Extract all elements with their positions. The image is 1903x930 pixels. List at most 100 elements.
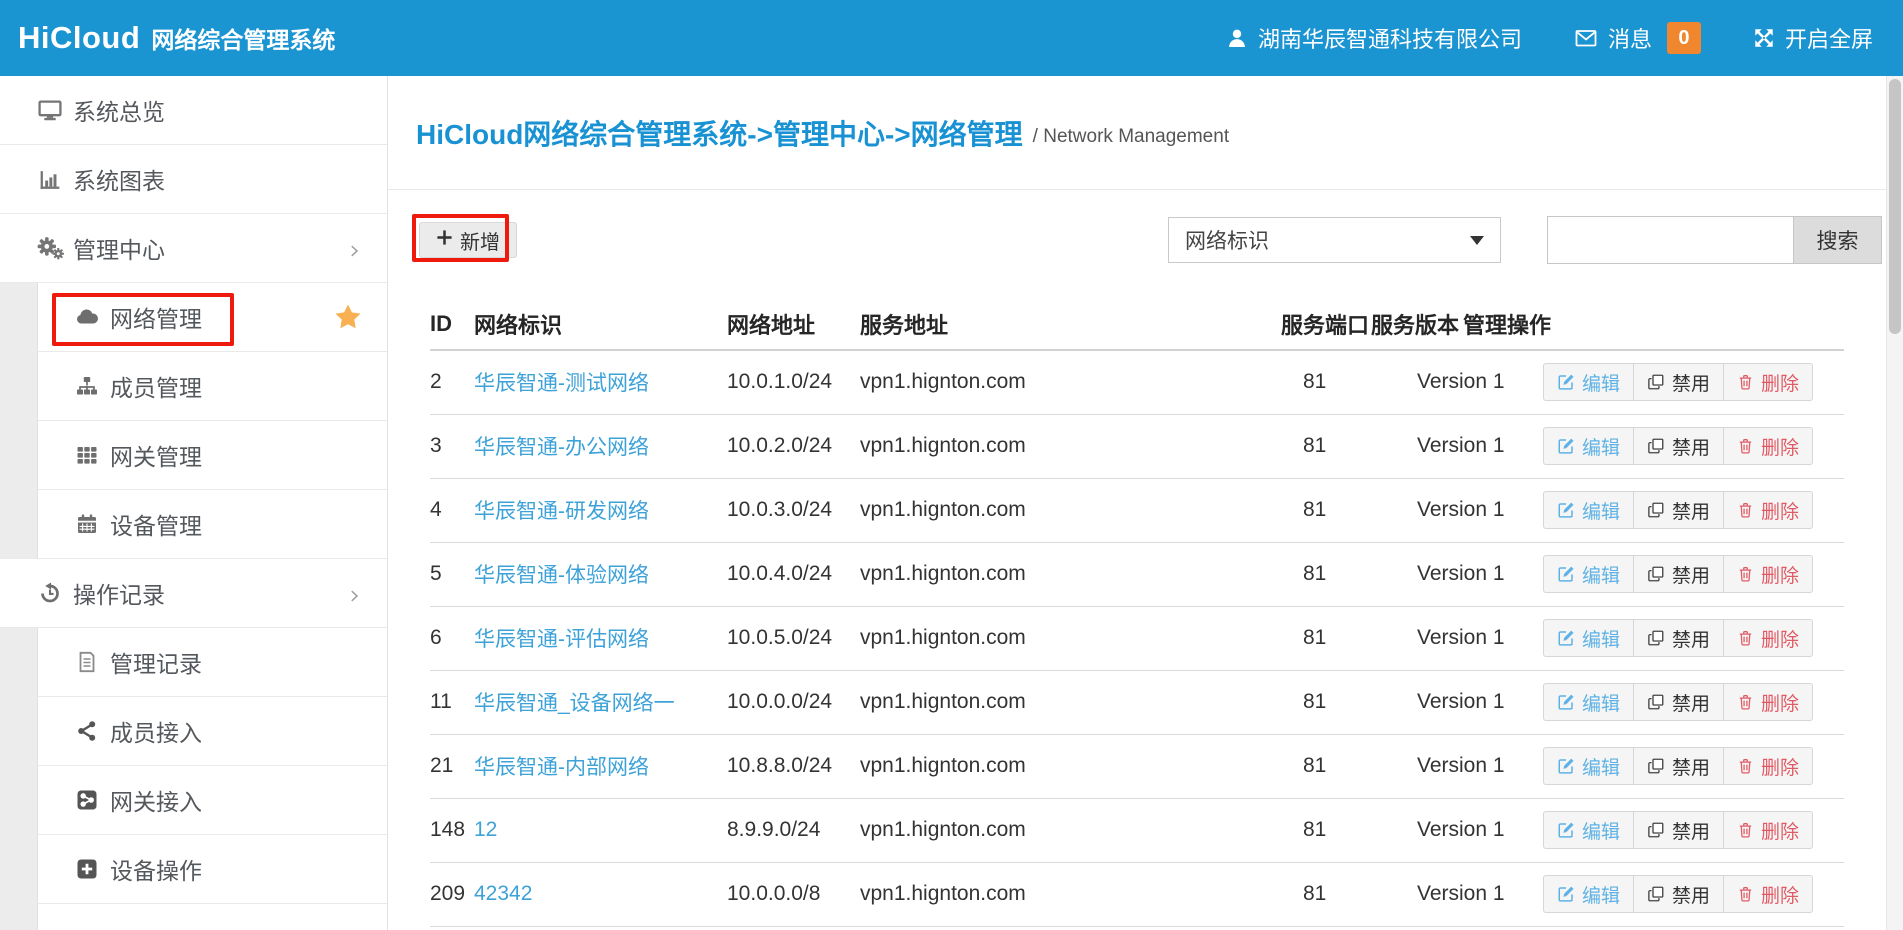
- fullscreen-toggle[interactable]: 开启全屏: [1753, 22, 1873, 54]
- network-name-link[interactable]: 华辰智通_设备网络一: [474, 692, 675, 715]
- edit-button[interactable]: 编辑: [1543, 491, 1634, 529]
- edit-button[interactable]: 编辑: [1543, 427, 1634, 465]
- delete-button[interactable]: 删除: [1723, 491, 1813, 529]
- disable-button[interactable]: 禁用: [1633, 619, 1724, 657]
- network-name-link[interactable]: 华辰智通-研发网络: [474, 500, 649, 523]
- chevron-right-icon: [345, 239, 363, 257]
- column-header-service-port: 服务端口: [1281, 298, 1371, 350]
- cell-network-name: 12: [474, 798, 727, 862]
- network-name-link[interactable]: 42342: [474, 882, 532, 905]
- network-name-link[interactable]: 华辰智通-办公网络: [474, 436, 649, 459]
- table-header-row: ID 网络标识 网络地址 服务地址 服务端口 服务版本 管理操作: [430, 298, 1844, 350]
- sidebar-item-gateway-management[interactable]: 网关管理: [0, 421, 387, 490]
- disable-button[interactable]: 禁用: [1633, 363, 1724, 401]
- cell-service-version: Version 1: [1371, 414, 1463, 478]
- sidebar-item-gateway-access[interactable]: 网关接入: [0, 766, 387, 835]
- search-button[interactable]: 搜索: [1793, 216, 1882, 264]
- edit-button[interactable]: 编辑: [1543, 363, 1634, 401]
- sidebar-item-label: 系统图表: [73, 162, 165, 196]
- sidebar-item-device-operations[interactable]: 设备操作: [0, 835, 387, 904]
- trash-icon: [1737, 629, 1754, 647]
- sidebar-item-system-charts[interactable]: 系统图表: [0, 145, 387, 214]
- user-icon: [1226, 27, 1248, 49]
- cell-service-version: Version 1: [1371, 606, 1463, 670]
- sidebar-item-label: 设备管理: [110, 507, 202, 541]
- delete-button[interactable]: 删除: [1723, 427, 1813, 465]
- sidebar-item-member-management[interactable]: 成员管理: [0, 352, 387, 421]
- sidebar-inset-strip: [0, 490, 37, 559]
- cell-actions: 编辑 禁用 删除: [1463, 606, 1844, 670]
- share-icon: [74, 719, 100, 743]
- disable-button[interactable]: 禁用: [1633, 747, 1724, 785]
- network-name-link[interactable]: 华辰智通-体验网络: [474, 564, 649, 587]
- sidebar-item-management-records[interactable]: 管理记录: [0, 628, 387, 697]
- file-text-icon: [74, 650, 100, 674]
- disable-button[interactable]: 禁用: [1633, 491, 1724, 529]
- cell-network-name: 华辰智通-测试网络: [474, 350, 727, 414]
- filter-dropdown[interactable]: 网络标识: [1168, 217, 1501, 263]
- search-bar: 搜索: [1547, 216, 1882, 264]
- cell-service-version: Version 1: [1371, 542, 1463, 606]
- delete-button[interactable]: 删除: [1723, 363, 1813, 401]
- network-name-link[interactable]: 12: [474, 818, 497, 841]
- row-actions: 编辑 禁用 删除: [1543, 811, 1813, 849]
- cell-id: 148: [430, 798, 474, 862]
- filter-dropdown-value: 网络标识: [1185, 225, 1269, 255]
- delete-button[interactable]: 删除: [1723, 683, 1813, 721]
- delete-button[interactable]: 删除: [1723, 811, 1813, 849]
- toolbar: 新增 网络标识 搜索: [388, 216, 1903, 264]
- trash-icon: [1737, 757, 1754, 775]
- sidebar-item-operation-records[interactable]: 操作记录: [0, 559, 387, 628]
- cell-service-address: vpn1.hignton.com: [860, 414, 1281, 478]
- sidebar-item-member-access[interactable]: 成员接入: [0, 697, 387, 766]
- disable-button[interactable]: 禁用: [1633, 811, 1724, 849]
- disable-button[interactable]: 禁用: [1633, 555, 1724, 593]
- sidebar-item-device-management[interactable]: 设备管理: [0, 490, 387, 559]
- sidebar-item-label: 管理记录: [110, 645, 202, 679]
- disable-button[interactable]: 禁用: [1633, 875, 1724, 913]
- scrollbar-thumb[interactable]: [1889, 79, 1901, 334]
- sidebar-item-label: 网络管理: [110, 300, 202, 334]
- sidebar-inset-strip: [0, 766, 37, 835]
- sidebar: 系统总览 系统图表: [0, 76, 388, 930]
- account-menu[interactable]: 湖南华辰智通科技有限公司: [1226, 22, 1522, 54]
- sidebar-item-label: 网关管理: [110, 438, 202, 472]
- add-button[interactable]: 新增: [419, 222, 517, 258]
- sidebar-item-network-management[interactable]: 网络管理: [0, 283, 387, 352]
- edit-button[interactable]: 编辑: [1543, 683, 1634, 721]
- edit-button[interactable]: 编辑: [1543, 811, 1634, 849]
- cell-service-address: vpn1.hignton.com: [860, 798, 1281, 862]
- delete-button[interactable]: 删除: [1723, 555, 1813, 593]
- disable-button[interactable]: 禁用: [1633, 427, 1724, 465]
- disable-button[interactable]: 禁用: [1633, 683, 1724, 721]
- edit-icon: [1557, 821, 1575, 839]
- cell-service-port: 81: [1281, 734, 1371, 798]
- edit-button[interactable]: 编辑: [1543, 619, 1634, 657]
- edit-button[interactable]: 编辑: [1543, 875, 1634, 913]
- sidebar-item-management-center[interactable]: 管理中心: [0, 214, 387, 283]
- delete-button[interactable]: 删除: [1723, 875, 1813, 913]
- edit-icon: [1557, 885, 1575, 903]
- trash-icon: [1737, 821, 1754, 839]
- row-actions: 编辑 禁用 删除: [1543, 555, 1813, 593]
- bar-chart-icon: [36, 167, 64, 192]
- delete-button[interactable]: 删除: [1723, 747, 1813, 785]
- network-name-link[interactable]: 华辰智通-评估网络: [474, 628, 649, 651]
- delete-button[interactable]: 删除: [1723, 619, 1813, 657]
- sidebar-item-system-overview[interactable]: 系统总览: [0, 76, 387, 145]
- sidebar-item-partial: [0, 904, 387, 930]
- cell-service-address: vpn1.hignton.com: [860, 350, 1281, 414]
- network-name-link[interactable]: 华辰智通-测试网络: [474, 372, 649, 395]
- cell-network-address: 10.0.2.0/24: [727, 414, 860, 478]
- search-input[interactable]: [1547, 216, 1793, 264]
- edit-button[interactable]: 编辑: [1543, 555, 1634, 593]
- vertical-scrollbar[interactable]: [1886, 76, 1903, 930]
- network-name-link[interactable]: 华辰智通-内部网络: [474, 756, 649, 779]
- sidebar-item-label: 成员接入: [110, 714, 202, 748]
- edit-button[interactable]: 编辑: [1543, 747, 1634, 785]
- company-name: 湖南华辰智通科技有限公司: [1258, 22, 1522, 54]
- cell-service-address: vpn1.hignton.com: [860, 542, 1281, 606]
- cell-id: 21: [430, 734, 474, 798]
- sidebar-inset-strip: [0, 904, 37, 930]
- messages-menu[interactable]: 消息 0: [1574, 22, 1701, 54]
